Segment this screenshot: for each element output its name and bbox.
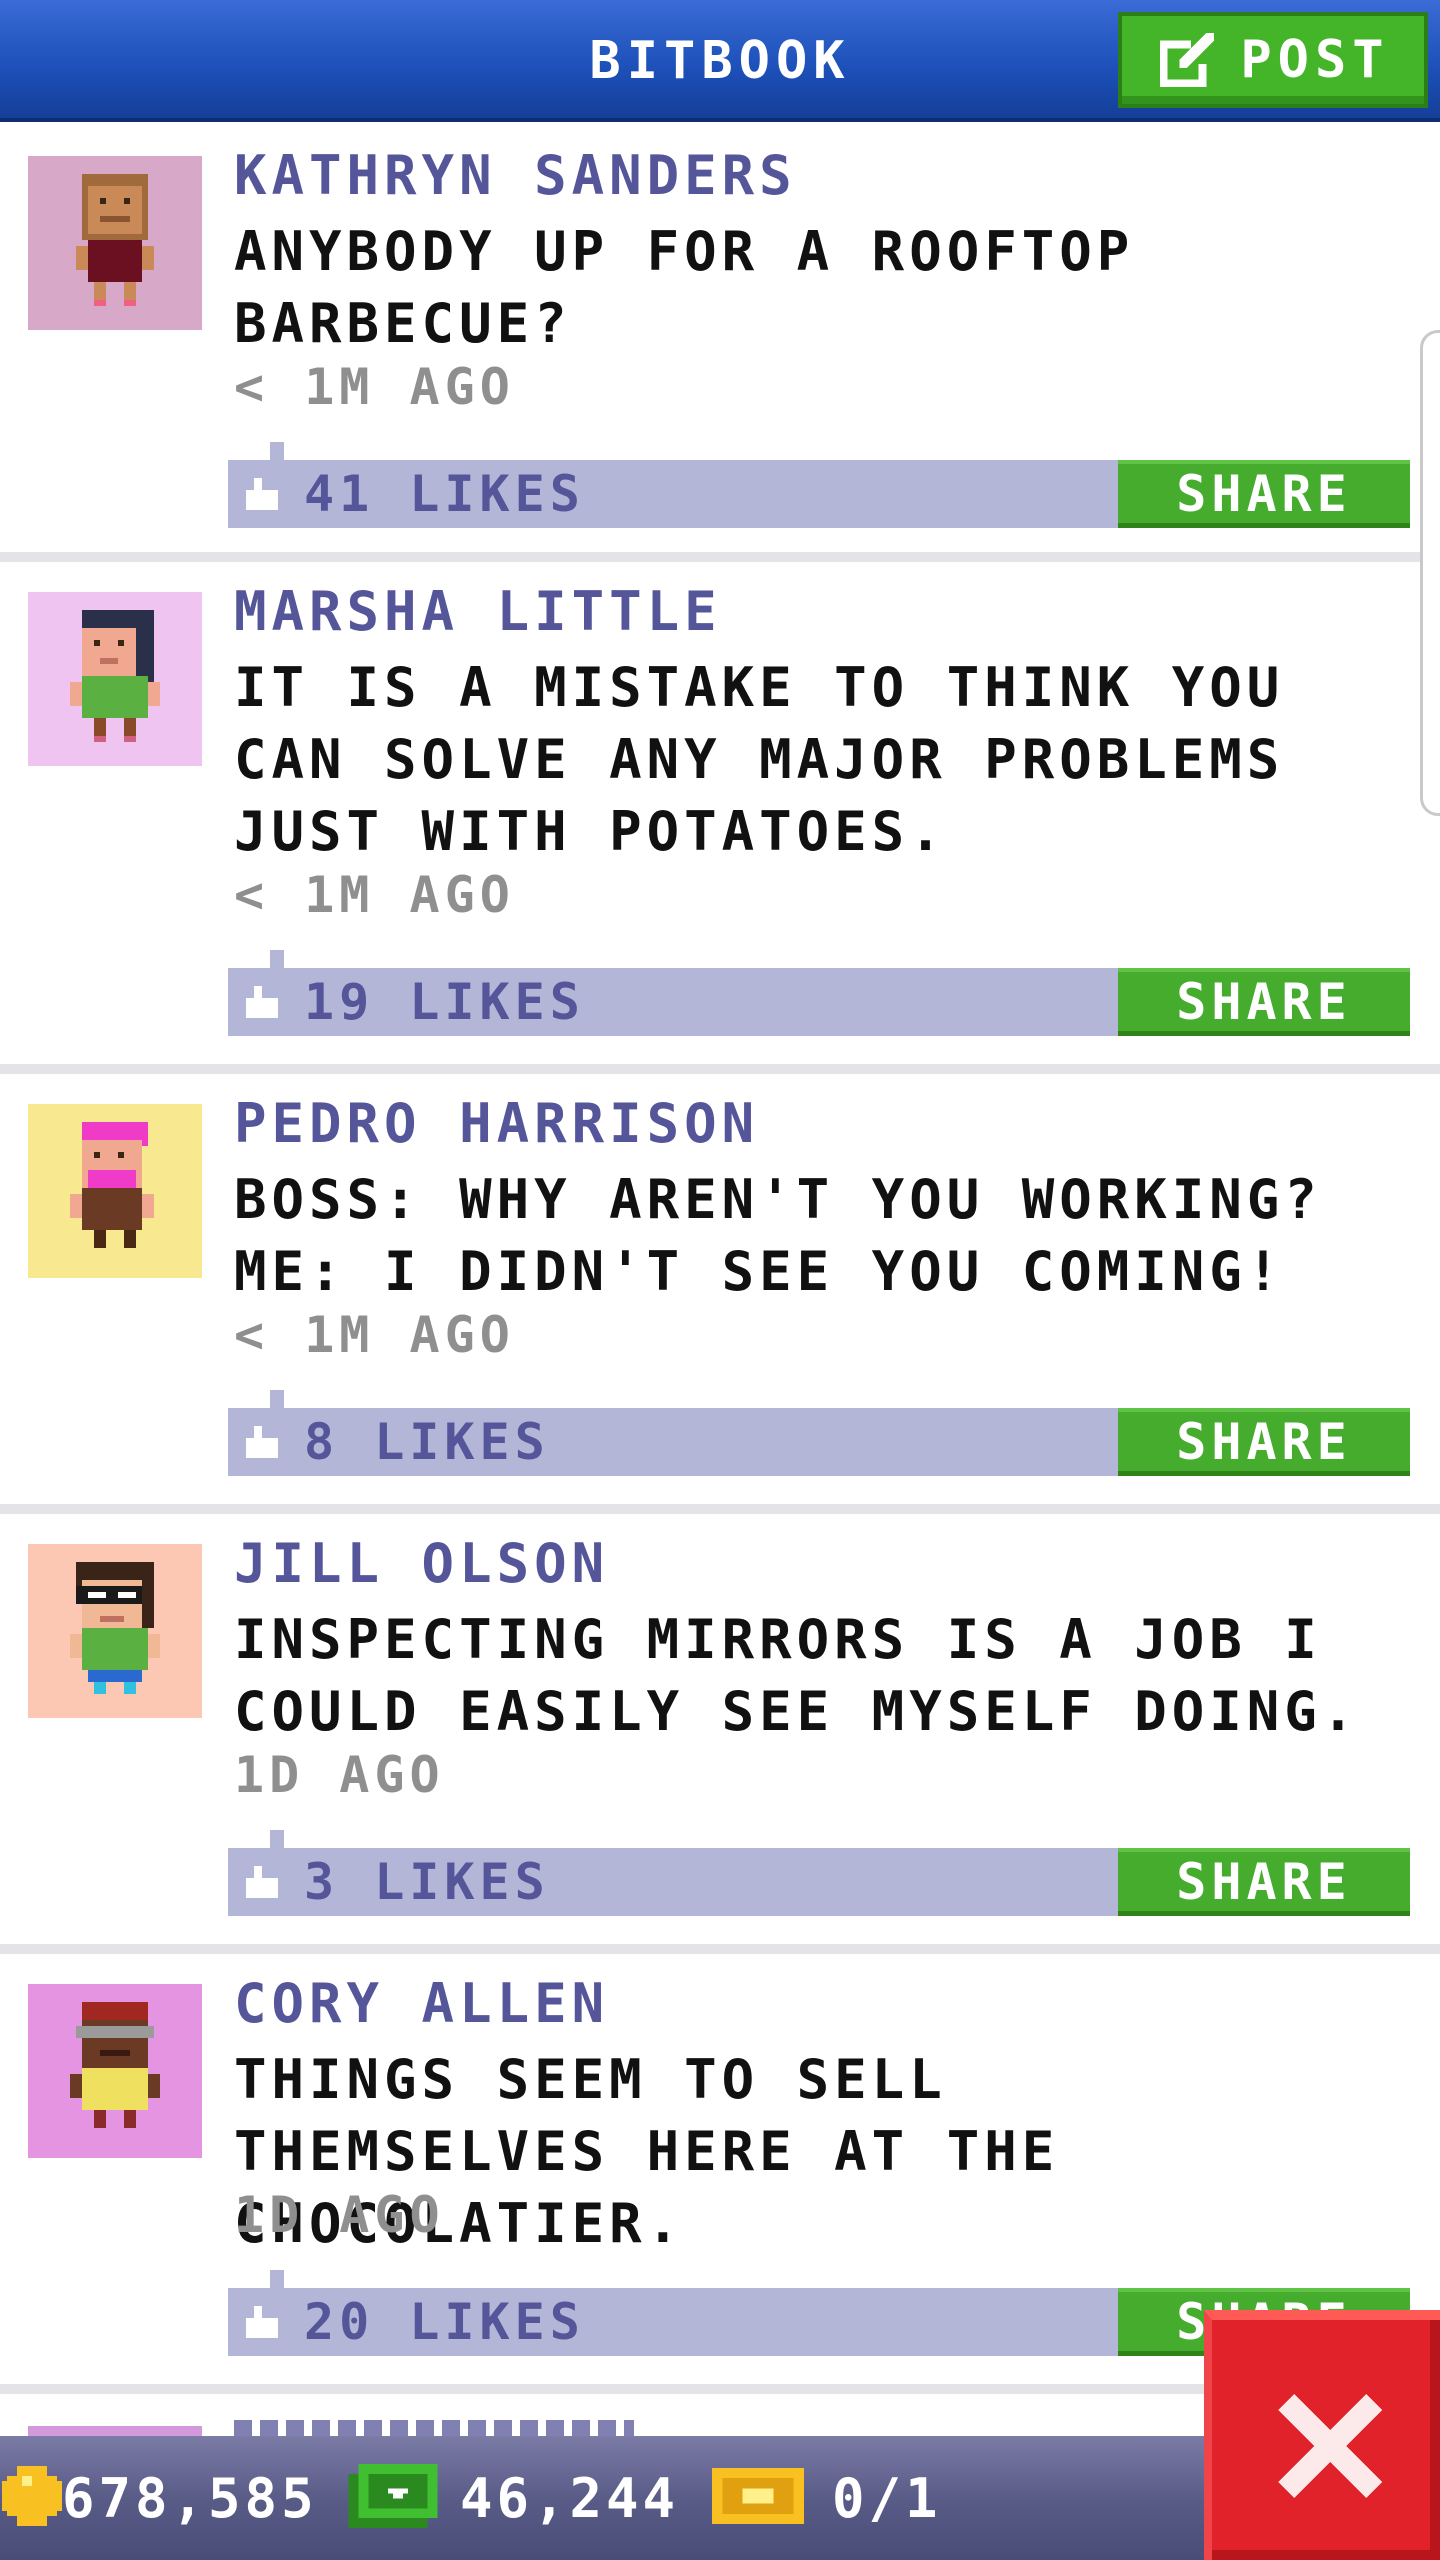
- post-time: 1D AGO: [234, 1746, 445, 1804]
- thumbs-up-icon[interactable]: [242, 986, 282, 1022]
- top-bar: BITBOOK POST: [0, 0, 1440, 122]
- post-label: POST: [1240, 30, 1390, 90]
- thumbs-up-icon[interactable]: [242, 1866, 282, 1902]
- thumbs-up-icon[interactable]: [242, 478, 282, 514]
- like-bar: 19 LIKES SHARE: [228, 950, 1410, 1036]
- author-name[interactable]: CORY ALLEN: [234, 1972, 609, 2035]
- share-button[interactable]: SHARE: [1118, 460, 1410, 528]
- feed-list: KATHRYN SANDERS ANYBODY UP FOR A ROOFTOP…: [0, 126, 1440, 2394]
- like-count: 19 LIKES: [304, 973, 585, 1031]
- author-name[interactable]: PEDRO HARRISON: [234, 1092, 759, 1155]
- author-name[interactable]: KATHRYN SANDERS: [234, 144, 797, 207]
- avatar: [28, 156, 202, 330]
- like-bar: 3 LIKES SHARE: [228, 1830, 1410, 1916]
- like-count: 8 LIKES: [304, 1413, 550, 1471]
- avatar: [28, 1984, 202, 2158]
- bux-counter: 46,244: [348, 2436, 679, 2560]
- feed-post: MARSHA LITTLE IT IS A MISTAKE TO THINK Y…: [0, 562, 1440, 1074]
- coins-value: 678,585: [62, 2466, 318, 2530]
- thumbs-up-icon[interactable]: [242, 1426, 282, 1462]
- post-message: IT IS A MISTAKE TO THINK YOU CAN SOLVE A…: [234, 656, 1285, 863]
- post-button[interactable]: POST: [1118, 12, 1428, 108]
- bux-value: 46,244: [460, 2466, 680, 2530]
- post-message: ANYBODY UP FOR A ROOFTOP BARBECUE?: [234, 220, 1135, 355]
- author-name: [234, 2420, 634, 2436]
- thumbs-up-icon[interactable]: [242, 2306, 282, 2342]
- feed-post: PEDRO HARRISON BOSS: WHY AREN'T YOU WORK…: [0, 1074, 1440, 1514]
- like-bar: 41 LIKES SHARE: [228, 442, 1410, 528]
- like-count: 20 LIKES: [304, 2293, 585, 2351]
- avatar: [28, 1544, 202, 1718]
- author-name[interactable]: JILL OLSON: [234, 1532, 609, 1595]
- post-time: 1D AGO: [234, 2186, 445, 2244]
- tickets-counter: 0/1: [712, 2436, 942, 2560]
- feed-post: KATHRYN SANDERS ANYBODY UP FOR A ROOFTOP…: [0, 126, 1440, 562]
- tickets-value: 0/1: [832, 2466, 942, 2530]
- post-time: < 1M AGO: [234, 358, 515, 416]
- close-icon: [1278, 2394, 1382, 2498]
- bitbux-icon: [348, 2464, 438, 2532]
- post-time: < 1M AGO: [234, 1306, 515, 1364]
- share-button[interactable]: SHARE: [1118, 1848, 1410, 1916]
- scrollbar[interactable]: [1420, 330, 1440, 816]
- like-bar: 8 LIKES SHARE: [228, 1390, 1410, 1476]
- feed-post: JILL OLSON INSPECTING MIRRORS IS A JOB I…: [0, 1514, 1440, 1954]
- post-message: INSPECTING MIRRORS IS A JOB I COULD EASI…: [234, 1608, 1360, 1743]
- like-count: 3 LIKES: [304, 1853, 550, 1911]
- edit-icon: [1156, 29, 1218, 91]
- close-button[interactable]: [1204, 2310, 1440, 2560]
- post-time: < 1M AGO: [234, 866, 515, 924]
- avatar: [28, 1104, 202, 1278]
- author-name[interactable]: MARSHA LITTLE: [234, 580, 722, 643]
- ticket-icon: [712, 2468, 804, 2528]
- share-button[interactable]: SHARE: [1118, 968, 1410, 1036]
- like-count: 41 LIKES: [304, 465, 585, 523]
- share-button[interactable]: SHARE: [1118, 1408, 1410, 1476]
- avatar: [28, 592, 202, 766]
- coins-counter: 678,585: [2, 2436, 318, 2560]
- coin-icon: [2, 2466, 62, 2530]
- post-message: BOSS: WHY AREN'T YOU WORKING? ME: I DIDN…: [234, 1168, 1322, 1303]
